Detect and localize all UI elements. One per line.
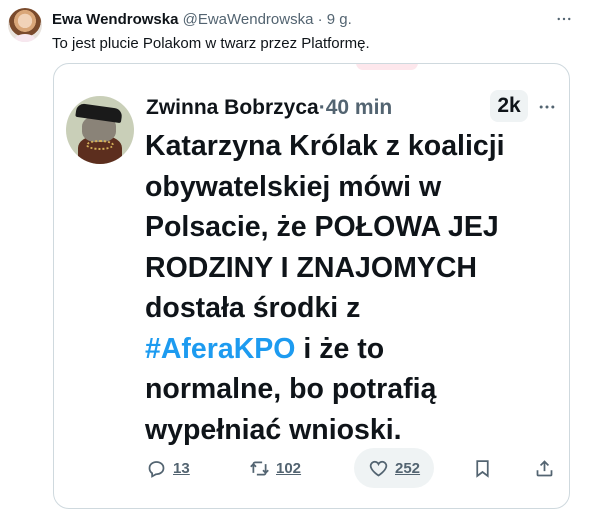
retweet-action: 102 — [249, 448, 301, 488]
reply-icon — [148, 460, 165, 478]
embedded-line: normalne, bo potrafią — [145, 373, 437, 405]
bookmark-action — [472, 448, 493, 488]
like-count: 252 — [395, 459, 421, 477]
tweet-text: To jest plucie Polakom w twarz przez Pla… — [52, 35, 370, 52]
embedded-author-name: Zwinna Bobrzyca — [146, 96, 319, 119]
embedded-line-rest: i że to — [295, 332, 385, 365]
embedded-timestamp: 40 min — [325, 96, 393, 119]
embedded-line: Katarzyna Królak z koalicji — [145, 130, 505, 162]
like-action: 252 — [354, 448, 435, 488]
separator: · — [317, 11, 323, 28]
retweet-icon — [250, 461, 269, 475]
embedded-line-hashtag: #AferaKPO i że to — [145, 329, 565, 370]
hashtag: #AferaKPO — [145, 332, 296, 365]
embedded-line: dostała środki z — [145, 292, 361, 324]
views-badge: 2k — [490, 90, 528, 122]
like-icon — [369, 460, 388, 477]
author-name[interactable]: Ewa Wendrowska — [52, 11, 178, 28]
embedded-separator: · — [318, 96, 326, 119]
retweet-count: 102 — [276, 459, 302, 477]
embedded-text: Katarzyna Królak z koalicji obywatelskie… — [145, 126, 565, 450]
media-peek — [356, 64, 418, 70]
embedded-line: obywatelskiej mówi w — [145, 170, 442, 203]
more-icon[interactable] — [553, 8, 575, 30]
share-icon — [536, 459, 553, 476]
embedded-more-icon — [536, 96, 558, 118]
embedded-actions: 13 102 252 — [54, 448, 569, 488]
bookmark-icon — [476, 459, 489, 478]
tweet-media[interactable]: Zwinna Bobrzyca·40 min 2k Katarzyna Król… — [53, 63, 570, 509]
embedded-line: Polsacie, że POŁOWA JEJ — [145, 211, 499, 243]
tweet-header: Ewa Wendrowska @EwaWendrowska · 9 g. — [52, 11, 352, 28]
author-handle[interactable]: @EwaWendrowska — [183, 11, 314, 28]
avatar[interactable] — [8, 8, 42, 42]
reply-count: 13 — [173, 459, 190, 477]
embedded-line: wypełniać wnioski. — [145, 413, 402, 446]
share-action — [534, 448, 555, 488]
embedded-line: RODZINY I ZNAJOMYCH — [145, 251, 477, 284]
tweet: Ewa Wendrowska @EwaWendrowska · 9 g. To … — [0, 0, 603, 511]
embedded-avatar — [66, 96, 134, 164]
timestamp[interactable]: 9 g. — [327, 11, 352, 28]
reply-action: 13 — [146, 448, 190, 488]
embedded-header: Zwinna Bobrzyca·40 min — [146, 96, 392, 120]
